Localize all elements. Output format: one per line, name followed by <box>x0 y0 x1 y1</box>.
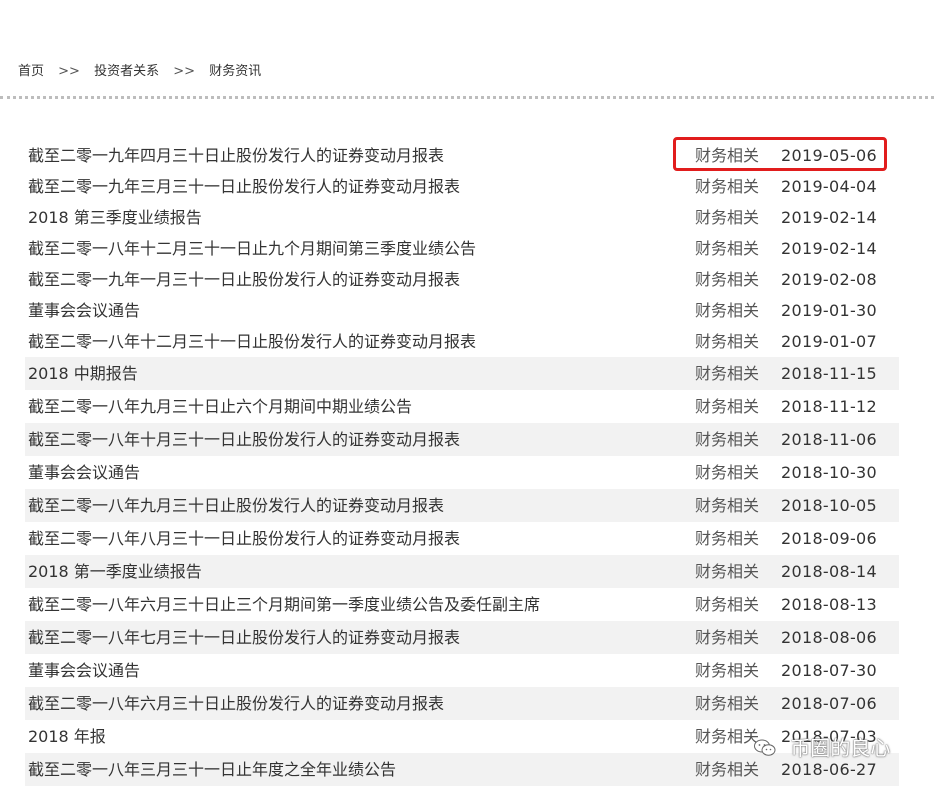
item-category: 财务相关 <box>695 727 760 746</box>
item-category: 财务相关 <box>695 430 760 449</box>
item-title-link[interactable]: 截至二零一八年十二月三十一日止股份发行人的证券变动月报表 <box>28 326 476 357</box>
breadcrumb: 首页 >> 投资者关系 >> 财务资讯 <box>18 60 261 79</box>
item-date: 2019-02-08 <box>781 270 877 289</box>
list-item: 截至二零一八年六月三十日止三个月期间第一季度业绩公告及委任副主席 财务相关 20… <box>25 588 899 621</box>
item-title-link[interactable]: 董事会会议通告 <box>28 456 140 489</box>
item-title-link[interactable]: 截至二零一八年十月三十一日止股份发行人的证券变动月报表 <box>28 423 460 456</box>
list-item: 截至二零一八年九月三十日止股份发行人的证券变动月报表 财务相关 2018-10-… <box>25 489 899 522</box>
item-category: 财务相关 <box>695 301 760 320</box>
item-date: 2018-08-13 <box>781 595 877 614</box>
item-date: 2018-10-30 <box>781 463 877 482</box>
item-title-link[interactable]: 截至二零一八年九月三十日止六个月期间中期业绩公告 <box>28 390 412 423</box>
item-category: 财务相关 <box>695 760 760 779</box>
list-item: 截至二零一八年七月三十一日止股份发行人的证券变动月报表 财务相关 2018-08… <box>25 621 899 654</box>
item-title-link[interactable]: 截至二零一八年七月三十一日止股份发行人的证券变动月报表 <box>28 621 460 654</box>
wechat-icon <box>754 739 776 756</box>
item-title-link[interactable]: 2018 第三季度业绩报告 <box>28 202 202 233</box>
item-category: 财务相关 <box>695 270 760 289</box>
item-title-link[interactable]: 2018 中期报告 <box>28 357 138 390</box>
item-title-link[interactable]: 截至二零一八年六月三十日止三个月期间第一季度业绩公告及委任副主席 <box>28 588 540 621</box>
list-item: 截至二零一八年九月三十日止六个月期间中期业绩公告 财务相关 2018-11-12 <box>25 390 899 423</box>
item-date: 2018-11-12 <box>781 397 877 416</box>
item-category: 财务相关 <box>695 562 760 581</box>
item-category: 财务相关 <box>695 177 760 196</box>
item-date: 2018-09-06 <box>781 529 877 548</box>
item-title-link[interactable]: 截至二零一八年六月三十日止股份发行人的证券变动月报表 <box>28 687 444 720</box>
list-item: 截至二零一八年十二月三十一日止九个月期间第三季度业绩公告 财务相关 2019-0… <box>25 233 899 264</box>
breadcrumb-investor-link[interactable]: 投资者关系 <box>94 64 159 79</box>
item-category: 财务相关 <box>695 364 760 383</box>
list-item: 董事会会议通告 财务相关 2018-07-30 <box>25 654 899 687</box>
item-category: 财务相关 <box>695 463 760 482</box>
item-title-link[interactable]: 截至二零一九年四月三十日止股份发行人的证券变动月报表 <box>28 140 444 171</box>
item-date: 2018-10-05 <box>781 496 877 515</box>
item-date: 2019-02-14 <box>781 239 877 258</box>
item-category: 财务相关 <box>695 332 760 351</box>
item-title-link[interactable]: 董事会会议通告 <box>28 654 140 687</box>
list-item: 2018 中期报告 财务相关 2018-11-15 <box>25 357 899 390</box>
breadcrumb-current: 财务资讯 <box>209 64 262 79</box>
item-title-link[interactable]: 截至二零一八年九月三十日止股份发行人的证券变动月报表 <box>28 489 444 522</box>
highlight-box <box>673 137 887 171</box>
item-date: 2018-07-30 <box>781 661 877 680</box>
item-title-link[interactable]: 截至二零一八年十二月三十一日止九个月期间第三季度业绩公告 <box>28 233 476 264</box>
item-category: 财务相关 <box>695 397 760 416</box>
watermark: 币圈的良心 <box>754 732 890 762</box>
item-category: 财务相关 <box>695 694 760 713</box>
list-item: 截至二零一八年十二月三十一日止股份发行人的证券变动月报表 财务相关 2019-0… <box>25 326 899 357</box>
item-category: 财务相关 <box>695 208 760 227</box>
breadcrumb-separator: >> <box>173 64 196 79</box>
list-item: 截至二零一八年八月三十一日止股份发行人的证券变动月报表 财务相关 2018-09… <box>25 522 899 555</box>
item-title-link[interactable]: 截至二零一九年一月三十一日止股份发行人的证券变动月报表 <box>28 264 460 295</box>
list-item: 截至二零一九年一月三十一日止股份发行人的证券变动月报表 财务相关 2019-02… <box>25 264 899 295</box>
item-category: 财务相关 <box>695 529 760 548</box>
item-title-link[interactable]: 2018 第一季度业绩报告 <box>28 555 202 588</box>
breadcrumb-home-link[interactable]: 首页 <box>18 64 44 79</box>
item-title-link[interactable]: 截至二零一九年三月三十一日止股份发行人的证券变动月报表 <box>28 171 460 202</box>
item-date: 2018-07-06 <box>781 694 877 713</box>
list-item: 截至二零一八年六月三十日止股份发行人的证券变动月报表 财务相关 2018-07-… <box>25 687 899 720</box>
item-date: 2019-01-30 <box>781 301 877 320</box>
item-date: 2019-02-14 <box>781 208 877 227</box>
list-item: 2018 第一季度业绩报告 财务相关 2018-08-14 <box>25 555 899 588</box>
item-date: 2019-01-07 <box>781 332 877 351</box>
financial-news-list: 截至二零一九年四月三十日止股份发行人的证券变动月报表 财务相关 2019-05-… <box>25 140 899 786</box>
item-category: 财务相关 <box>695 496 760 515</box>
breadcrumb-separator: >> <box>58 64 80 79</box>
item-category: 财务相关 <box>695 595 760 614</box>
item-title-link[interactable]: 董事会会议通告 <box>28 295 140 326</box>
item-title-link[interactable]: 2018 年报 <box>28 720 106 753</box>
item-date: 2018-11-15 <box>781 364 877 383</box>
watermark-text: 币圈的良心 <box>790 736 891 760</box>
item-category: 财务相关 <box>695 661 760 680</box>
list-item: 2018 第三季度业绩报告 财务相关 2019-02-14 <box>25 202 899 233</box>
list-item: 董事会会议通告 财务相关 2019-01-30 <box>25 295 899 326</box>
item-category: 财务相关 <box>695 239 760 258</box>
dotted-divider <box>0 96 934 99</box>
item-title-link[interactable]: 截至二零一八年三月三十一日止年度之全年业绩公告 <box>28 753 396 786</box>
list-item: 截至二零一八年十月三十一日止股份发行人的证券变动月报表 财务相关 2018-11… <box>25 423 899 456</box>
item-date: 2018-08-06 <box>781 628 877 647</box>
item-date: 2018-08-14 <box>781 562 877 581</box>
item-date: 2018-11-06 <box>781 430 877 449</box>
item-category: 财务相关 <box>695 628 760 647</box>
item-title-link[interactable]: 截至二零一八年八月三十一日止股份发行人的证券变动月报表 <box>28 522 460 555</box>
list-item: 截至二零一九年三月三十一日止股份发行人的证券变动月报表 财务相关 2019-04… <box>25 171 899 202</box>
list-item: 董事会会议通告 财务相关 2018-10-30 <box>25 456 899 489</box>
item-date: 2019-04-04 <box>781 177 877 196</box>
